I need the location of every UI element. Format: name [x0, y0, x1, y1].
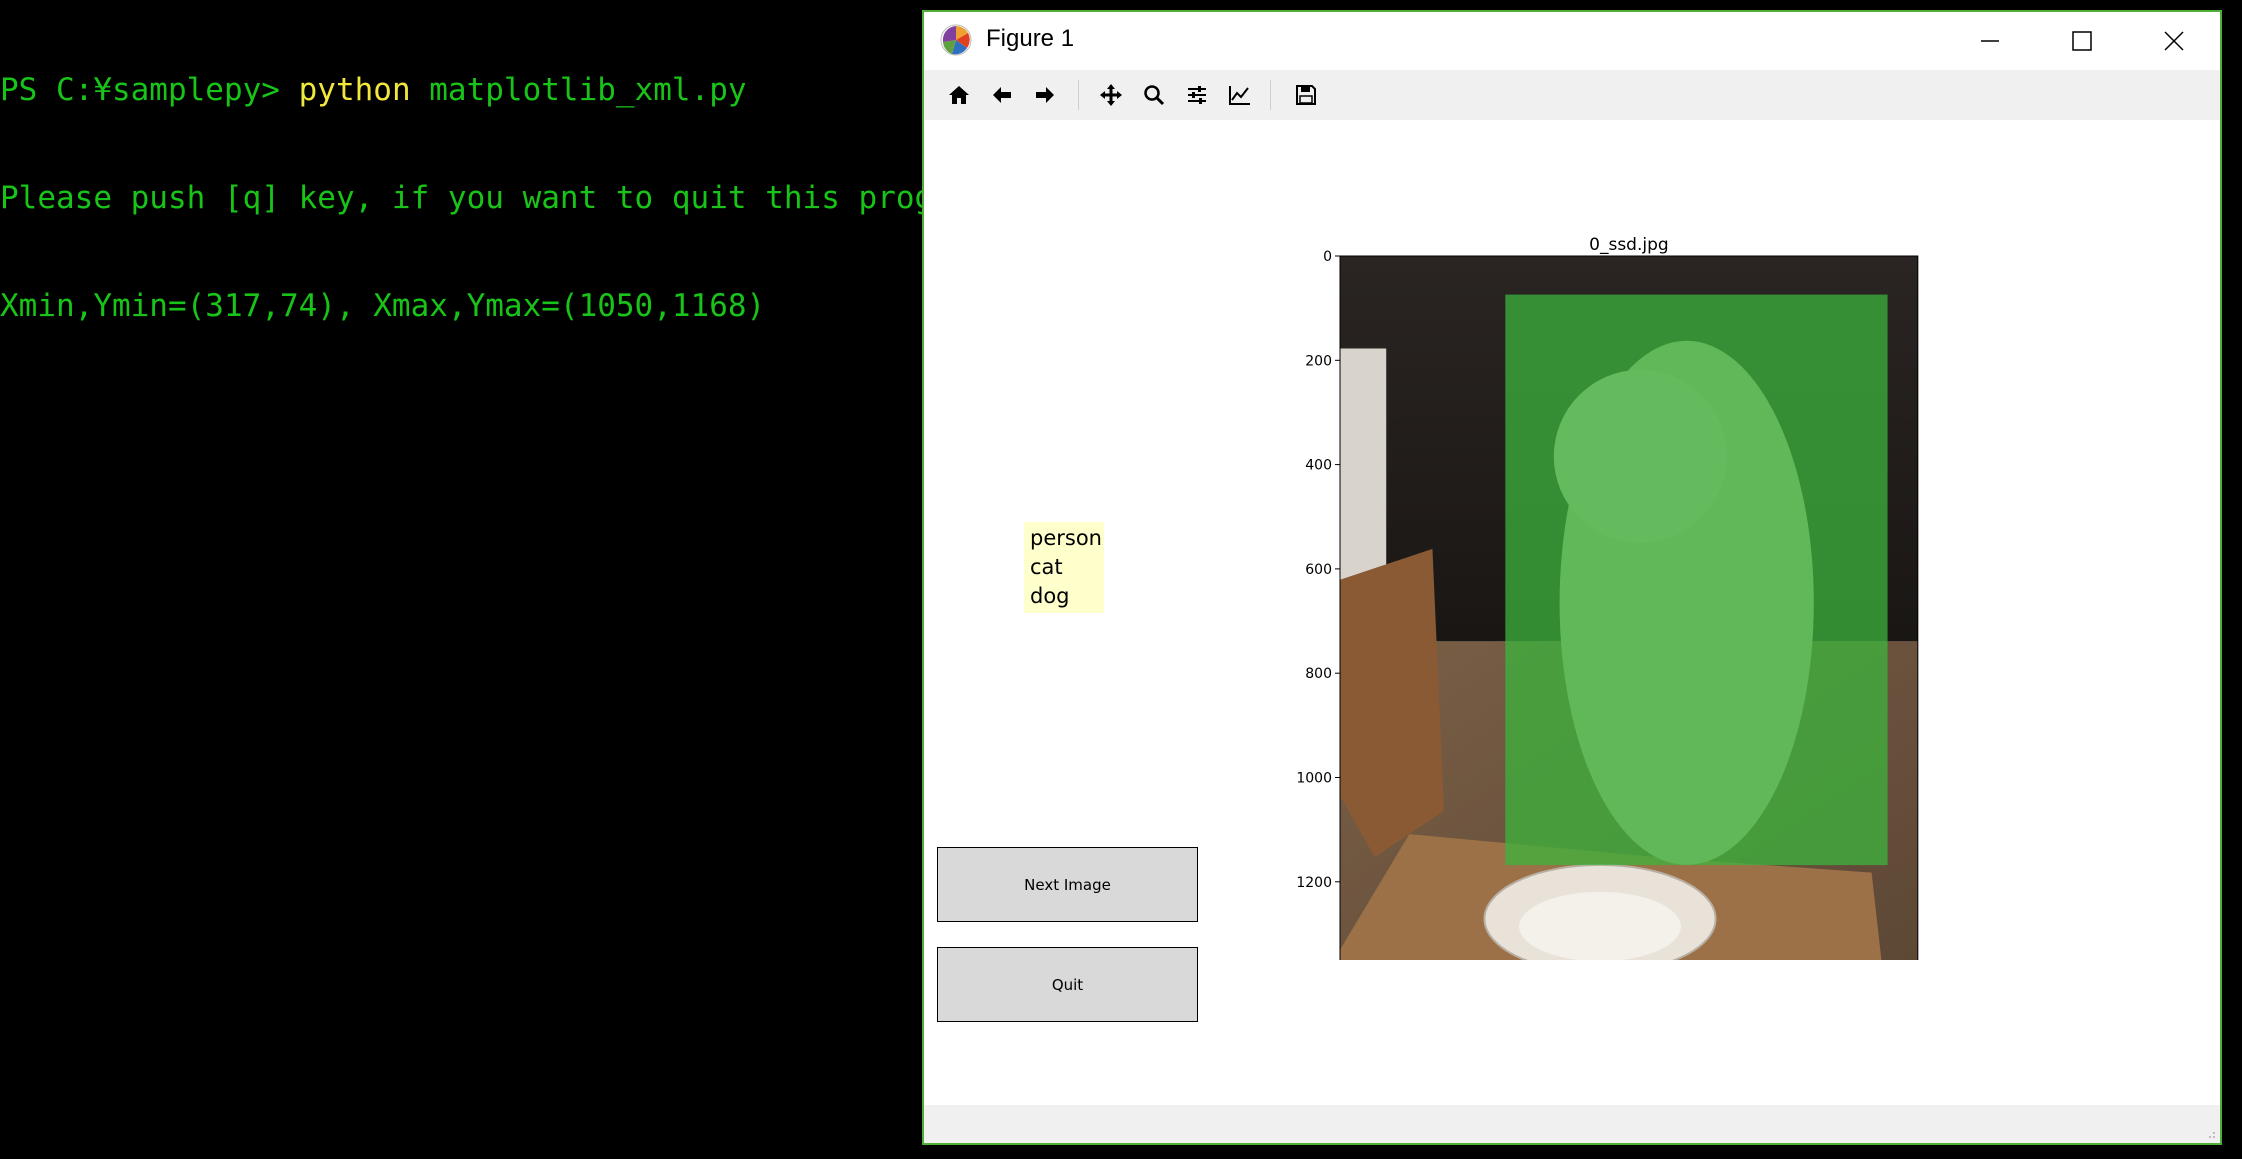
command-text: python [298, 72, 411, 108]
minimize-icon [1981, 40, 1999, 42]
class-item[interactable]: person [1030, 524, 1104, 553]
y-tick-label: 0 [1323, 249, 1332, 265]
back-button[interactable] [985, 78, 1019, 112]
image-plot[interactable]: 0_ssd.jpg 02004006008001000 020040060080… [1194, 200, 1954, 960]
title-bar[interactable]: Figure 1 [924, 12, 2220, 70]
zoom-button[interactable] [1137, 78, 1171, 112]
forward-button[interactable] [1028, 78, 1062, 112]
prompt-text: PS C:¥samplepy> [0, 72, 299, 108]
toolbar-separator [1270, 80, 1271, 110]
figure-window[interactable]: Figure 1 person cat dog Next Image Quit … [922, 10, 2222, 1145]
edit-axis-button[interactable] [1223, 78, 1257, 112]
window-title: Figure 1 [986, 25, 1075, 52]
toolbar-separator [1078, 80, 1079, 110]
close-button[interactable] [2128, 12, 2220, 70]
class-list[interactable]: person cat dog [1024, 522, 1104, 613]
command-args: matplotlib_xml.py [410, 72, 747, 108]
y-tick-label: 800 [1305, 666, 1332, 682]
figure-canvas[interactable]: person cat dog Next Image Quit 0_ssd.jpg [924, 120, 2220, 1105]
configure-subplots-icon [1188, 86, 1206, 104]
navigation-toolbar [924, 70, 2220, 121]
home-button[interactable] [942, 78, 976, 112]
terminal-line-instructions: Please push [q] key, if you want to quit… [0, 180, 1008, 216]
terminal-line-command: PS C:¥samplepy> python matplotlib_xml.py [0, 72, 920, 108]
pan-button[interactable] [1094, 78, 1128, 112]
zoom-icon [1144, 85, 1165, 106]
home-icon [949, 86, 969, 104]
y-tick-label: 400 [1305, 458, 1332, 474]
next-image-button[interactable]: Next Image [937, 847, 1198, 922]
y-tick-label: 1000 [1296, 771, 1332, 787]
save-icon [1296, 85, 1316, 105]
resize-grip-icon[interactable] [2206, 1129, 2216, 1139]
y-tick-label: 1200 [1296, 875, 1332, 891]
status-bar [924, 1105, 2220, 1143]
maximize-button[interactable] [2036, 12, 2128, 70]
edit-axis-icon [1229, 86, 1250, 105]
back-icon [993, 87, 1011, 103]
terminal-line-bbox: Xmin,Ymin=(317,74), Xmax,Ymax=(1050,1168… [0, 288, 766, 324]
class-item[interactable]: dog [1030, 582, 1104, 611]
quit-button[interactable]: Quit [937, 947, 1198, 1022]
save-button[interactable] [1289, 78, 1323, 112]
y-tick-label: 200 [1305, 353, 1332, 369]
forward-icon [1036, 87, 1054, 103]
configure-subplots-button[interactable] [1180, 78, 1214, 112]
bounding-box [1505, 294, 1888, 866]
terminal[interactable]: PS C:¥samplepy> python matplotlib_xml.py… [0, 0, 1008, 1159]
axes-title: 0_ssd.jpg [1589, 235, 1669, 255]
class-item[interactable]: cat [1030, 553, 1104, 582]
pan-icon [1100, 84, 1122, 106]
minimize-button[interactable] [1944, 12, 2036, 70]
y-axis: 0200400600800100012001400 [1296, 249, 1340, 891]
y-tick-label: 600 [1305, 562, 1332, 578]
maximize-icon [2072, 31, 2092, 51]
matplotlib-logo-icon [940, 24, 972, 56]
close-icon [2164, 31, 2184, 51]
